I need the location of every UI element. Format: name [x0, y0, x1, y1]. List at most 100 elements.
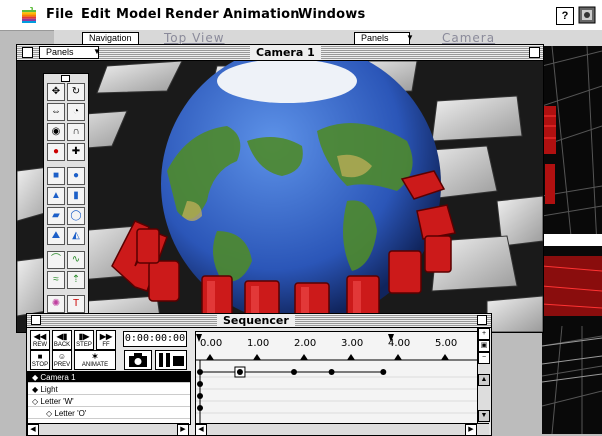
stop-icon: ■	[37, 352, 43, 361]
select-icon[interactable]: ◉	[47, 123, 65, 141]
timeline-scroll-right-icon[interactable]: ▶	[465, 424, 477, 436]
tick-label: 2.00	[294, 338, 316, 349]
top-view-title: Top View	[164, 31, 225, 45]
tick-label: 5.00	[435, 338, 457, 349]
bend-icon[interactable]: ⌒	[47, 251, 65, 269]
camera-window: Panels ▼ Camera 1 ✥ ↻ ⇔ ◔ ◉ ∩ ● ✚ ■ ● ▲ …	[16, 44, 544, 333]
timeline[interactable]: 0.00 1.00 2.00 3.00 4.00 5.00	[195, 331, 479, 425]
track-list: ◆ Camera 1 ◆ Light ◇ Letter 'W' ◇ Letter…	[27, 371, 191, 425]
rewind-icon: ◀◀	[33, 332, 47, 341]
rewind-button[interactable]: ◀◀ REW	[30, 330, 50, 350]
zoom-fit-icon[interactable]: ▣	[478, 340, 490, 352]
apple-menu-icon[interactable]	[22, 7, 36, 23]
menu-windows[interactable]: Windows	[298, 7, 365, 22]
sequencer-title-bar[interactable]: Sequencer	[27, 314, 491, 328]
timeline-vertical-scrollbar[interactable]: + ▣ − ▲ ▼	[477, 328, 490, 423]
close-box-icon[interactable]	[22, 47, 33, 58]
menu-edit[interactable]: Edit	[81, 7, 111, 22]
keyframe-icon	[328, 369, 335, 375]
fast-forward-label: FF	[102, 342, 110, 348]
timeline-scroll-left-icon[interactable]: ◀	[195, 424, 207, 436]
panels-label: Panels	[46, 47, 74, 57]
track-camera-1-label: Camera 1	[40, 373, 76, 382]
render-viewport[interactable]	[17, 61, 543, 332]
tick-label: 3.00	[341, 338, 363, 349]
orbit-icon[interactable]: ◔	[67, 103, 85, 121]
fast-forward-icon: ▶▶	[99, 332, 113, 341]
track-light-marker: ◆	[32, 385, 39, 394]
film-strip-icon[interactable]	[155, 350, 187, 370]
text-icon[interactable]: T	[67, 295, 85, 313]
preview-button[interactable]: ☺ PREV	[52, 350, 72, 370]
sphere-icon[interactable]: ●	[67, 167, 85, 185]
help-icon[interactable]: ?	[556, 7, 574, 25]
application-icon[interactable]	[578, 6, 596, 24]
terrain-icon[interactable]: ⛰	[47, 227, 65, 245]
keyframe-icon	[197, 405, 203, 411]
palette-close-box-icon[interactable]	[61, 75, 70, 82]
scroll-up-icon[interactable]: ▲	[478, 374, 490, 386]
keyframe-icon	[197, 369, 203, 375]
track-camera-1[interactable]: ◆ Camera 1	[28, 372, 190, 383]
sphere-red-icon[interactable]: ●	[47, 143, 65, 161]
magnet-icon[interactable]: ∩	[67, 123, 85, 141]
light-icon[interactable]: ✺	[47, 295, 65, 313]
step-back-button[interactable]: ◀▮ BACK	[52, 330, 72, 350]
plane-icon[interactable]: ▰	[47, 207, 65, 225]
sequencer-close-box-icon[interactable]	[31, 315, 41, 325]
camera-window-title: Camera 1	[250, 46, 321, 59]
timeline-canvas: 0.00 1.00 2.00 3.00 4.00 5.00	[196, 332, 478, 424]
sequencer-title: Sequencer	[217, 314, 295, 327]
zoom-box-icon[interactable]	[529, 47, 540, 58]
zoom-out-icon[interactable]: −	[478, 352, 490, 364]
bg-panels-label: Panels	[361, 33, 389, 43]
scale-icon[interactable]: ⇔	[47, 103, 65, 121]
scroll-down-icon[interactable]: ▼	[478, 410, 490, 422]
torus-icon[interactable]: ◯	[67, 207, 85, 225]
sequencer-zoom-box-icon[interactable]	[477, 315, 487, 325]
menu-model[interactable]: Model	[116, 7, 161, 22]
timeline-horizontal-scrollbar[interactable]: ◀ ▶	[195, 423, 489, 436]
track-light[interactable]: ◆ Light	[28, 384, 190, 395]
track-light-label: Light	[40, 385, 58, 394]
tick-label: 1.00	[247, 338, 269, 349]
track-letter-o-marker: ◇	[46, 409, 53, 418]
move-icon[interactable]: ✥	[47, 83, 65, 101]
extrude-icon[interactable]: ⇡	[67, 271, 85, 289]
track-list-scrollbar[interactable]: ◀ ▶	[27, 423, 189, 436]
pyramid-icon[interactable]: ◭	[67, 227, 85, 245]
cube-icon[interactable]: ■	[47, 167, 65, 185]
panels-button[interactable]: Panels	[39, 46, 99, 59]
twist-icon[interactable]: ∿	[67, 251, 85, 269]
zoom-in-icon[interactable]: +	[478, 328, 490, 340]
track-letter-o-label: Letter 'O'	[54, 409, 87, 418]
deform-icon[interactable]: ≈	[47, 271, 65, 289]
step-forward-button[interactable]: ▮▶ STEP	[74, 330, 94, 350]
stop-button[interactable]: ■ STOP	[30, 350, 50, 370]
animate-button[interactable]: ✶ ANIMATE	[74, 350, 116, 370]
keyframe-icon	[236, 369, 243, 375]
cylinder-icon[interactable]: ▮	[67, 187, 85, 205]
step-forward-icon: ▮▶	[78, 332, 90, 341]
menu-file[interactable]: File	[46, 7, 73, 22]
cone-icon[interactable]: ▲	[47, 187, 65, 205]
lasso-icon[interactable]: ✚	[67, 143, 85, 161]
tool-palette: ✥ ↻ ⇔ ◔ ◉ ∩ ● ✚ ■ ● ▲ ▮ ▰ ◯ ⛰ ◭ ⌒ ∿ ≈ ⇡ …	[43, 73, 89, 323]
menu-animation[interactable]: Animation	[223, 7, 300, 22]
preview-icon: ☺	[57, 352, 67, 361]
camera-snapshot-icon[interactable]	[124, 350, 152, 370]
menu-bar: File Edit Model Render Animation Windows…	[0, 0, 602, 31]
track-letter-w-marker: ◇	[32, 397, 39, 406]
scroll-right-icon[interactable]: ▶	[177, 424, 189, 436]
track-letter-o[interactable]: ◇ Letter 'O'	[28, 408, 190, 419]
camera-title-bar[interactable]: Panels ▼ Camera 1	[17, 45, 543, 61]
keyframe-icon	[291, 369, 297, 375]
track-letter-w[interactable]: ◇ Letter 'W'	[28, 396, 190, 407]
camera-bg-title: Camera	[442, 31, 496, 45]
fast-forward-button[interactable]: ▶▶ FF	[96, 330, 116, 350]
keyframe-icon	[197, 393, 203, 399]
rotate-icon[interactable]: ↻	[67, 83, 85, 101]
menu-render[interactable]: Render	[165, 7, 219, 22]
scroll-left-icon[interactable]: ◀	[27, 424, 39, 436]
wireframe-view[interactable]	[542, 46, 602, 434]
